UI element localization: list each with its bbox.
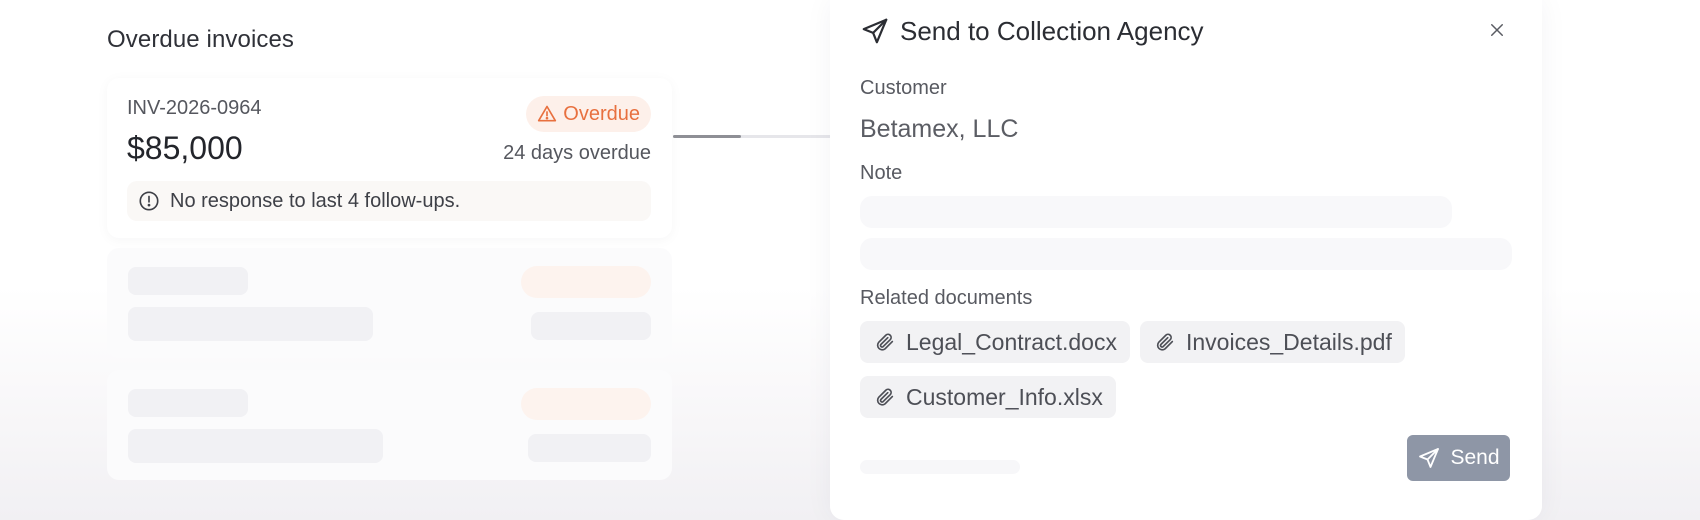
close-icon [1491, 24, 1503, 36]
send-button[interactable]: Send [1407, 435, 1510, 481]
section-title: Overdue invoices [107, 26, 295, 53]
skeleton-badge [521, 266, 651, 298]
paperclip-icon [876, 333, 894, 351]
skeleton-line [128, 267, 248, 295]
document-chip[interactable]: Invoices_Details.pdf [1140, 321, 1405, 363]
send-icon [1419, 448, 1440, 468]
status-label: Overdue [563, 102, 640, 125]
paperclip-icon [1156, 333, 1174, 351]
skeleton-line [528, 434, 651, 462]
skeleton-line [128, 429, 383, 463]
note-placeholder-line [860, 196, 1452, 228]
faint-placeholder-line [860, 460, 1020, 474]
document-name: Legal_Contract.docx [906, 328, 1117, 355]
progress-fill [673, 135, 741, 138]
skeleton-line [128, 389, 248, 417]
customer-label: Customer [860, 77, 947, 99]
collection-agency-dialog: Send to Collection Agency Customer Betam… [830, 0, 1542, 520]
progress-track [673, 135, 831, 138]
document-name: Invoices_Details.pdf [1186, 328, 1392, 355]
overdue-days: 24 days overdue [503, 142, 651, 164]
close-button[interactable] [1485, 18, 1509, 42]
documents-label: Related documents [860, 287, 1033, 309]
paperclip-icon [876, 388, 894, 406]
invoice-note: No response to last 4 follow-ups. [127, 181, 651, 221]
document-chip[interactable]: Legal_Contract.docx [860, 321, 1130, 363]
invoice-card[interactable]: INV-2026-0964 Overdue $85,000 24 days ov… [107, 78, 672, 238]
document-name: Customer_Info.xlsx [906, 383, 1103, 410]
invoice-note-text: No response to last 4 follow-ups. [170, 189, 461, 212]
note-placeholder-line [860, 238, 1512, 270]
invoice-amount: $85,000 [127, 130, 243, 166]
document-chip[interactable]: Customer_Info.xlsx [860, 376, 1116, 418]
send-button-label: Send [1450, 446, 1500, 469]
warning-icon [538, 105, 557, 122]
skeleton-line [128, 307, 373, 341]
status-badge: Overdue [526, 96, 651, 132]
customer-name: Betamex, LLC [860, 115, 1019, 143]
skeleton-badge [521, 388, 651, 420]
dialog-title: Send to Collection Agency [900, 16, 1204, 46]
send-icon [862, 18, 888, 44]
skeleton-card [107, 248, 672, 358]
info-icon [139, 191, 159, 211]
invoice-number: INV-2026-0964 [127, 97, 262, 119]
note-label: Note [860, 162, 903, 184]
skeleton-card [107, 370, 672, 480]
skeleton-line [531, 312, 651, 340]
